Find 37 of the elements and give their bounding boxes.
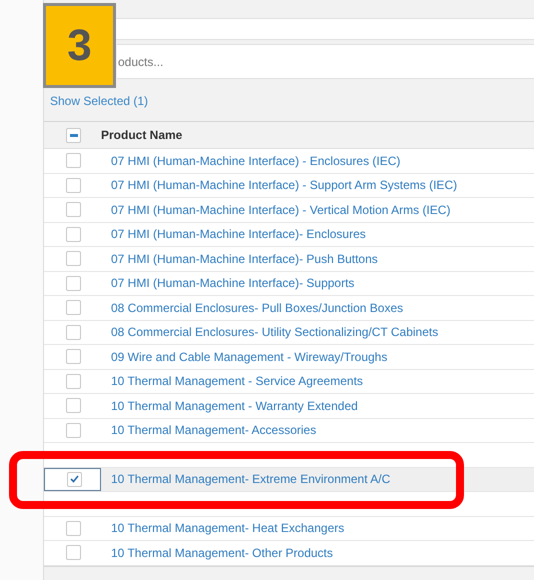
product-link[interactable]: 07 HMI (Human-Machine Interface)- Push Buttons — [111, 250, 378, 268]
checkbox[interactable] — [66, 128, 81, 142]
checkbox[interactable] — [66, 300, 81, 316]
selected-row[interactable]: 10 Thermal Management- Extreme Environment A/C — [44, 468, 534, 492]
step-badge: 3 — [43, 3, 116, 88]
checkbox[interactable] — [66, 226, 81, 242]
product-link[interactable]: 07 HMI (Human-Machine Interface) - Vertical Motion Arms (IEC) — [111, 200, 450, 219]
checkbox[interactable] — [66, 520, 81, 536]
product-link[interactable]: 09 Wire and Cable Management - Wireway/Troughs — [111, 348, 388, 366]
search-field[interactable]: oducts... — [117, 44, 534, 79]
checkbox[interactable] — [66, 276, 81, 291]
checkbox[interactable] — [66, 398, 81, 414]
checkbox[interactable] — [66, 202, 81, 218]
product-link[interactable]: 10 Thermal Management- Heat Exchangers — [111, 519, 344, 538]
product-link[interactable]: 07 HMI (Human-Machine Interface) - Support Arm Systems (IEC) — [111, 176, 458, 194]
product-link[interactable]: 07 HMI (Human-Machine Interface) - Enclosures (IEC) — [111, 152, 400, 170]
product-link[interactable]: 10 Thermal Management- Other Products — [111, 544, 333, 562]
product-link[interactable]: 08 Commercial Enclosures- Utility Sectionalizing/CT Cabinets — [111, 323, 438, 342]
column-header[interactable]: Product Name — [101, 126, 182, 144]
checkbox[interactable] — [66, 178, 81, 193]
show-selected-link[interactable]: Show Selected (1) — [50, 92, 148, 110]
checkbox[interactable] — [66, 545, 81, 560]
product-link[interactable]: 10 Thermal Management - Warranty Extended — [111, 396, 358, 415]
checkbox[interactable] — [66, 374, 81, 389]
check-icon — [70, 475, 79, 484]
product-link[interactable]: 10 Thermal Management - Service Agreements — [111, 372, 363, 390]
product-link[interactable]: 08 Commercial Enclosures- Pull Boxes/Junction Boxes — [111, 298, 404, 317]
checkbox[interactable] — [66, 349, 81, 364]
checkbox[interactable] — [66, 251, 81, 266]
checkbox[interactable] — [66, 153, 81, 168]
product-link[interactable]: 10 Thermal Management- Extreme Environment A/C — [111, 470, 390, 488]
checkbox[interactable] — [67, 472, 82, 487]
product-link[interactable]: 10 Thermal Management- Accessories — [111, 421, 316, 440]
checkbox[interactable] — [66, 324, 81, 340]
product-link[interactable]: 07 HMI (Human-Machine Interface)- Enclosures — [111, 225, 366, 244]
checkbox[interactable] — [66, 422, 81, 438]
product-link[interactable]: 07 HMI (Human-Machine Interface)- Supports — [111, 274, 354, 292]
